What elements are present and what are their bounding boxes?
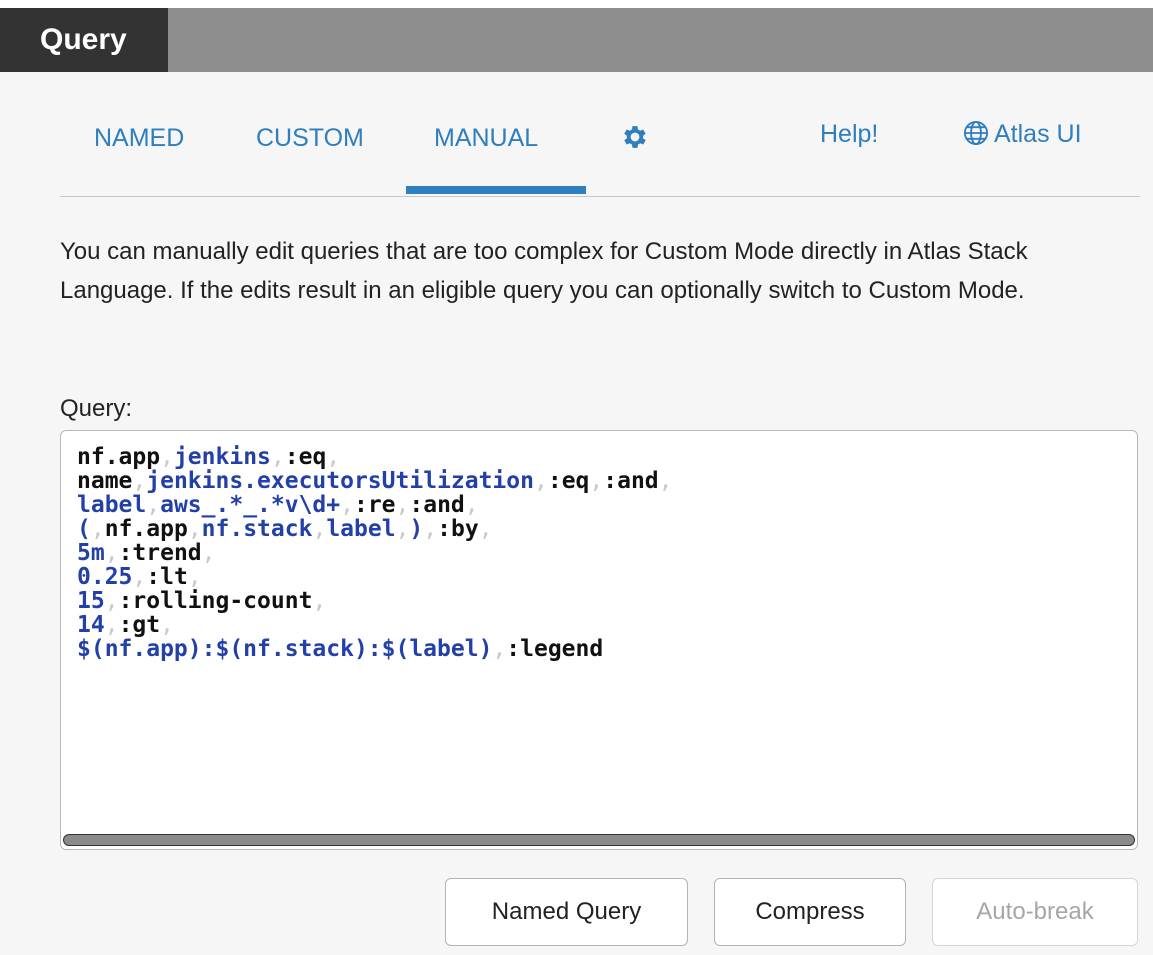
panel-title: Query: [0, 8, 168, 72]
tab-manual[interactable]: MANUAL: [434, 118, 538, 158]
code-word: :trend: [118, 540, 202, 566]
code-word: :gt: [118, 612, 161, 638]
code-comma: ,: [395, 492, 410, 518]
query-line: nf.app,jenkins,:eq,: [77, 445, 673, 469]
query-line: (,nf.app,nf.stack,label,),:by,: [77, 517, 673, 541]
code-comma: ,: [340, 492, 354, 518]
code-word: :and: [409, 492, 465, 518]
code-comma: ,: [201, 540, 216, 566]
code-comma: ,: [270, 444, 285, 470]
atlas-ui-label: Atlas UI: [994, 120, 1082, 148]
query-line: name,jenkins.executorsUtilization,:eq,:a…: [77, 469, 673, 493]
code-word: :eq: [284, 444, 327, 470]
query-line: 14,:gt,: [77, 613, 673, 637]
code-value: 15: [77, 588, 105, 614]
query-line: $(nf.app):$(nf.stack):$(label),:legend: [77, 637, 673, 661]
code-comma: ,: [104, 588, 119, 614]
code-word: nf.app: [77, 444, 161, 470]
code-comma: ,: [160, 444, 174, 470]
code-word: :lt: [146, 564, 188, 590]
code-comma: ,: [478, 516, 493, 542]
query-line: 15,:rolling-count,: [77, 589, 673, 613]
code-word: :legend: [506, 636, 604, 662]
atlas-ui-link[interactable]: Atlas UI: [962, 114, 1082, 154]
code-value: ): [409, 516, 424, 542]
code-comma: ,: [187, 564, 202, 590]
tab-bar: NAMED CUSTOM MANUAL Help! Atlas UI: [60, 72, 1140, 197]
code-value: 5m: [77, 540, 105, 566]
code-comma: ,: [395, 516, 410, 542]
query-code: nf.app,jenkins,:eq, name,jenkins.executor…: [77, 445, 673, 661]
code-word: :rolling-count: [118, 588, 313, 614]
code-word: :and: [603, 468, 659, 494]
code-comma: ,: [423, 516, 438, 542]
named-query-button[interactable]: Named Query: [445, 878, 688, 946]
auto-break-button[interactable]: Auto-break: [932, 878, 1138, 946]
active-tab-indicator: [406, 186, 586, 194]
code-word: :by: [437, 516, 479, 542]
help-link[interactable]: Help!: [820, 114, 878, 154]
code-comma: ,: [187, 516, 202, 542]
code-comma: ,: [312, 516, 327, 542]
code-value: 0.25: [77, 564, 133, 590]
query-editor[interactable]: nf.app,jenkins,:eq, name,jenkins.executor…: [60, 430, 1138, 850]
code-value: nf.stack: [201, 516, 313, 542]
code-comma: ,: [464, 492, 479, 518]
scrollbar-thumb[interactable]: [63, 834, 1135, 846]
code-word: :eq: [547, 468, 590, 494]
compress-button[interactable]: Compress: [714, 878, 906, 946]
code-comma: ,: [533, 468, 548, 494]
query-label: Query:: [60, 395, 133, 422]
tab-named[interactable]: NAMED: [94, 118, 184, 158]
code-value: jenkins: [173, 444, 271, 470]
query-line: label,aws_.*_.*v\d+,:re,:and,: [77, 493, 673, 517]
header-bar: [0, 0, 1153, 72]
code-comma: ,: [104, 540, 119, 566]
code-value: label: [326, 516, 396, 542]
code-value: label: [77, 492, 147, 518]
code-comma: ,: [104, 612, 119, 638]
code-word: nf.app: [104, 516, 188, 542]
gear-icon[interactable]: [620, 122, 650, 152]
query-line: 0.25,:lt,: [77, 565, 673, 589]
tab-custom[interactable]: CUSTOM: [256, 118, 364, 158]
code-comma: ,: [589, 468, 604, 494]
query-line: 5m,:trend,: [77, 541, 673, 565]
globe-icon: [962, 119, 990, 147]
code-word: :re: [353, 492, 396, 518]
code-comma: ,: [146, 492, 161, 518]
horizontal-scrollbar[interactable]: [61, 831, 1137, 849]
manual-mode-description: You can manually edit queries that are t…: [60, 238, 1028, 304]
code-value: aws_.*_.*v\d+: [160, 492, 341, 518]
code-comma: ,: [160, 612, 174, 638]
code-comma: ,: [658, 468, 673, 494]
code-word: name: [77, 468, 133, 494]
query-panel: Query NAMED CUSTOM MANUAL Help! Atlas UI…: [0, 0, 1153, 955]
code-comma: ,: [132, 468, 147, 494]
code-comma: ,: [326, 444, 341, 470]
code-comma: ,: [132, 564, 147, 590]
code-value: 14: [77, 612, 105, 638]
code-value: $(nf.app):$(nf.stack):$(label): [77, 636, 493, 662]
code-value: jenkins.executorsUtilization: [146, 468, 534, 494]
code-comma: ,: [492, 636, 507, 662]
code-comma: ,: [312, 588, 327, 614]
code-comma: ,: [90, 516, 105, 542]
code-value: (: [77, 516, 91, 542]
